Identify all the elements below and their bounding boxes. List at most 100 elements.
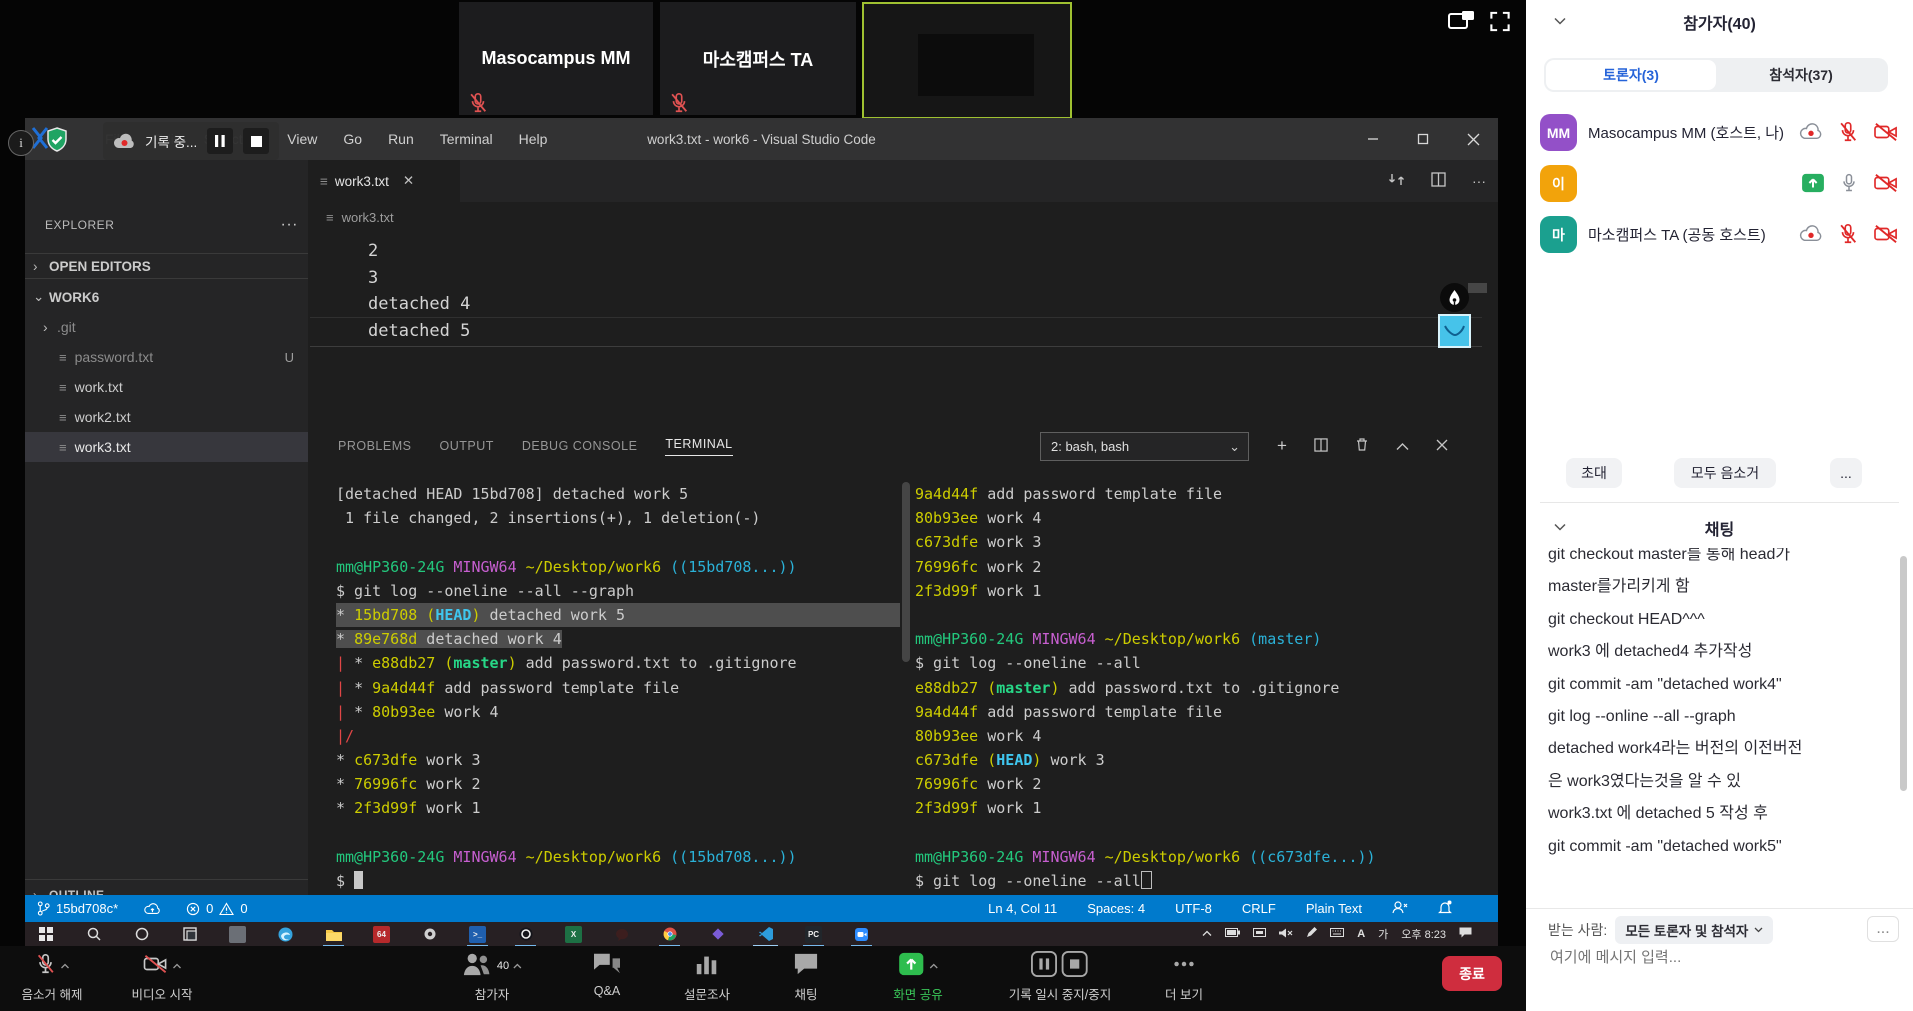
video-tile[interactable]: Masocampus MM [459, 2, 653, 115]
panel-tab-problems[interactable]: PROBLEMS [338, 439, 411, 453]
split-terminal-icon[interactable] [1314, 438, 1328, 455]
participants-tab[interactable]: 참석자(37) [1716, 60, 1886, 90]
speaker-muted-icon[interactable] [1279, 928, 1293, 941]
chevron-up-icon[interactable] [929, 961, 938, 972]
taskbar-pycharm-icon[interactable]: PC [805, 926, 822, 943]
pen-icon[interactable] [1306, 927, 1317, 941]
touch-keyboard-icon[interactable] [1330, 928, 1344, 940]
participants-more-button[interactable]: ... [1830, 458, 1862, 488]
terminal-pane-left[interactable]: [detached HEAD 15bd708] detached work 5 … [336, 482, 900, 893]
chevron-up-icon[interactable] [172, 961, 181, 972]
taskbar-chrome-icon[interactable] [661, 926, 678, 943]
chat-input[interactable] [1548, 948, 1882, 967]
participants-tab[interactable]: 토론자(3) [1546, 60, 1716, 90]
file-item-work3-txt[interactable]: ≡work3.txt [25, 432, 308, 462]
taskbar-terminal-app-icon[interactable]: >_ [469, 926, 486, 943]
toolbar-video-button[interactable]: 비디오 시작 [132, 950, 193, 1003]
notifications-bell-icon[interactable] [1438, 900, 1452, 918]
toolbar-poll-button[interactable]: 설문조사 [684, 950, 730, 1003]
menu-go[interactable]: Go [343, 131, 362, 147]
ime-korean-indicator[interactable]: 가 [1378, 926, 1388, 942]
toolbar-participants-button[interactable]: 40참가자 [462, 950, 522, 1003]
kill-terminal-icon[interactable] [1355, 437, 1369, 455]
tab-work3[interactable]: ≡ work3.txt ✕ [308, 160, 460, 202]
toolbar-share-button[interactable]: 화면 공유 [893, 950, 942, 1003]
taskbar-start-icon[interactable] [37, 926, 54, 943]
problems-indicator[interactable]: 0 0 [186, 901, 247, 916]
taskbar-vscode-app-icon[interactable] [757, 926, 774, 943]
display-icon[interactable] [1253, 928, 1266, 941]
taskbar-zoom-app-icon[interactable] [853, 926, 870, 943]
participants-action-button[interactable]: 초대 [1566, 458, 1622, 488]
menu-view[interactable]: View [287, 131, 317, 147]
taskbar-settings-icon[interactable] [421, 926, 438, 943]
file-item-password-txt[interactable]: ≡password.txtU [25, 342, 308, 372]
close-button[interactable] [1448, 118, 1498, 160]
new-terminal-icon[interactable]: + [1277, 436, 1287, 456]
toolbar-unmute-button[interactable]: 음소거 해제 [22, 950, 83, 1003]
terminal-pane-right[interactable]: 9a4d44f add password template file80b93e… [915, 482, 1376, 893]
editor-scrollbar[interactable] [1468, 283, 1487, 293]
maximize-button[interactable] [1398, 118, 1448, 160]
taskbar-task-view-icon[interactable] [181, 926, 198, 943]
terminal-shell-select[interactable]: 2: bash, bash ⌄ [1040, 432, 1249, 461]
panel-tab-debug-console[interactable]: DEBUG CONSOLE [522, 439, 638, 453]
whiteboard-icon[interactable] [1438, 314, 1471, 348]
chat-scrollbar[interactable] [1900, 556, 1907, 791]
taskbar-search-icon[interactable] [85, 926, 102, 943]
taskbar-kakaotalk-icon[interactable] [613, 926, 630, 943]
panel-tab-output[interactable]: OUTPUT [439, 439, 493, 453]
language-mode[interactable]: Plain Text [1306, 901, 1362, 916]
chevron-up-icon[interactable] [513, 961, 522, 972]
chat-message-list[interactable]: git checkout master를 통해 head가master를가리키게… [1548, 548, 1898, 893]
menu-run[interactable]: Run [388, 131, 414, 147]
ime-latin-indicator[interactable]: A [1357, 928, 1365, 940]
close-panel-icon[interactable] [1436, 438, 1448, 454]
tab-close-icon[interactable]: ✕ [403, 173, 414, 189]
file-item-work2-txt[interactable]: ≡work2.txt [25, 402, 308, 432]
chevron-up-icon[interactable] [60, 961, 69, 972]
encoding[interactable]: UTF-8 [1175, 901, 1212, 916]
video-tile[interactable] [862, 2, 1072, 119]
fullscreen-icon[interactable] [1488, 10, 1512, 38]
info-icon[interactable]: i [8, 130, 34, 156]
open-changes-icon[interactable] [1388, 172, 1405, 190]
tray-chevron-icon[interactable] [1202, 928, 1212, 940]
eol[interactable]: CRLF [1242, 901, 1276, 916]
participants-action-button[interactable]: 모두 음소거 [1674, 458, 1776, 488]
stop-recording-button[interactable] [243, 128, 269, 154]
taskbar-v64-icon[interactable]: 64 [373, 926, 390, 943]
chat-more-button[interactable]: ... [1867, 916, 1899, 942]
indentation[interactable]: Spaces: 4 [1087, 901, 1145, 916]
explorer-more-icon[interactable]: ··· [281, 216, 298, 234]
toolbar-more-button[interactable]: 더 보기 [1165, 950, 1203, 1003]
file-item--git[interactable]: ›.git [25, 312, 308, 342]
video-tile[interactable]: 마소캠퍼스 TA [660, 2, 856, 115]
taskbar-diamond-app-icon[interactable] [709, 926, 726, 943]
end-meeting-button[interactable]: 종료 [1442, 956, 1502, 991]
maximize-panel-icon[interactable] [1396, 438, 1409, 454]
open-editors-section[interactable]: › OPEN EDITORS [25, 253, 308, 279]
action-center-icon[interactable] [1459, 927, 1472, 941]
pause-recording-button[interactable] [207, 128, 233, 154]
editor-content[interactable]: 23detached 4detached 5 [368, 238, 470, 344]
annotate-pen-icon[interactable] [1440, 283, 1469, 312]
taskbar-cortana-icon[interactable] [133, 926, 150, 943]
file-item-work-txt[interactable]: ≡work.txt [25, 372, 308, 402]
panel-tab-terminal[interactable]: TERMINAL [665, 437, 732, 456]
toolbar-record-button[interactable]: 기록 일시 중지/중지 [1009, 950, 1111, 1003]
participant-row[interactable]: 이 [1526, 158, 1913, 209]
cursor-position[interactable]: Ln 4, Col 11 [988, 901, 1057, 916]
taskbar-clip-icon[interactable] [229, 926, 246, 943]
taskbar-excel-icon[interactable]: X [565, 926, 582, 943]
recipient-dropdown[interactable]: 모든 토론자 및 참석자 [1615, 916, 1773, 944]
menu-help[interactable]: Help [519, 131, 548, 147]
toolbar-chat-button[interactable]: 채팅 [793, 950, 819, 1003]
folder-root[interactable]: ⌄ WORK6 [25, 282, 308, 312]
more-actions-icon[interactable]: ··· [1472, 173, 1486, 189]
participant-row[interactable]: MMMasocampus MM (호스트, 나) [1526, 107, 1913, 158]
minimize-button[interactable] [1348, 118, 1398, 160]
split-editor-icon[interactable] [1431, 172, 1446, 190]
toolbar-qa-button[interactable]: Q&A [592, 950, 622, 998]
participant-row[interactable]: 마마소캠퍼스 TA (공동 호스트) [1526, 209, 1913, 260]
